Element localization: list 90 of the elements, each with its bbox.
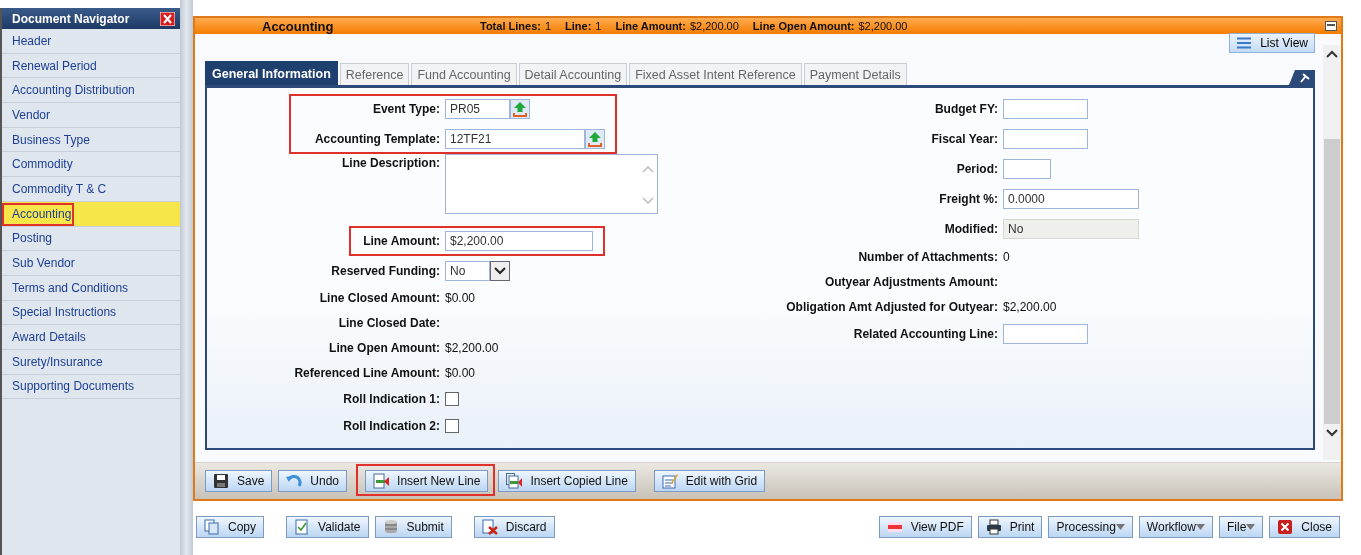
caret-icon [1246, 524, 1256, 530]
field-label: Accounting Template: [313, 132, 441, 146]
summary-stat: Total Lines: 1 [480, 20, 552, 32]
action-button[interactable]: Submit [374, 516, 452, 538]
printer-icon [985, 519, 1002, 535]
toolbar-button[interactable]: Save [205, 470, 273, 492]
field-label: Roll Indication 2: [342, 418, 441, 433]
field-label: Line Amount: [362, 234, 441, 248]
field-label: Modified: [943, 222, 999, 236]
undo-icon [286, 473, 303, 489]
field-label: Related Accounting Line: [852, 327, 999, 341]
tab[interactable]: Reference [339, 63, 410, 85]
toolbar-button[interactable]: Insert New Line [365, 470, 489, 492]
field-label: Referenced Line Amount: [293, 365, 441, 380]
caret-icon [1195, 524, 1205, 530]
field-label: Event Type: [371, 102, 441, 116]
database-icon [382, 519, 399, 535]
delete-document-icon [481, 519, 498, 535]
field-label: Number of Attachments: [857, 249, 999, 264]
field-value: $0.00 [445, 290, 476, 305]
input-field: No [1003, 219, 1139, 239]
input-field[interactable] [1003, 159, 1051, 179]
panel-title: Document Navigator [12, 11, 130, 26]
field-label: Fiscal Year: [930, 132, 999, 146]
action-button[interactable]: Discard [473, 516, 555, 538]
scroll-up-icon[interactable] [1325, 49, 1339, 59]
action-button[interactable]: Workflow [1138, 516, 1213, 538]
list-view-button[interactable]: List View [1229, 33, 1315, 53]
field-label: Budget FY: [933, 102, 999, 116]
summary-stat: Line Amount: $2,200.00 [615, 20, 739, 32]
input-field[interactable] [1003, 129, 1088, 149]
close-icon [1277, 519, 1294, 535]
summary-stat: Line: 1 [565, 20, 602, 32]
scrollbar[interactable] [1323, 45, 1341, 460]
pin-icon[interactable] [1289, 70, 1315, 85]
action-button[interactable]: Validate [286, 516, 369, 538]
copy-row-icon [506, 473, 523, 489]
close-icon[interactable] [160, 11, 175, 26]
action-button[interactable]: Copy [196, 516, 264, 538]
list-icon [1236, 37, 1253, 49]
field-label: Reserved Funding: [330, 263, 441, 278]
field-label: Line Open Amount: [328, 340, 441, 355]
chevron-down-icon [494, 266, 506, 275]
checkbox[interactable] [445, 418, 459, 433]
toolbar-button[interactable]: Undo [278, 470, 348, 492]
toolbar-button[interactable]: Edit with Grid [653, 470, 766, 492]
field-value: 0 [1003, 249, 1010, 264]
field-label: Line Closed Date: [337, 315, 441, 330]
input-field[interactable] [1003, 99, 1088, 119]
toolbar-button[interactable]: Insert Copied Line [498, 470, 636, 492]
action-button[interactable]: File [1218, 516, 1264, 538]
copy-icon [204, 519, 220, 535]
field-value: $2,200.00 [445, 340, 499, 355]
tab[interactable]: General Information [205, 61, 338, 85]
action-button[interactable]: Close [1269, 516, 1340, 538]
field-value: $2,200.00 [1003, 299, 1057, 314]
field-value: $0.00 [445, 365, 476, 380]
edit-grid-icon [661, 473, 678, 489]
summary-stat: Line Open Amount: $2,200.00 [752, 20, 908, 32]
action-button[interactable]: View PDF [878, 516, 972, 538]
tab[interactable]: Detail Accounting [518, 63, 628, 85]
input-field[interactable]: 0.0000 [1003, 189, 1139, 209]
window-icon[interactable] [1325, 21, 1337, 31]
caret-icon [1115, 524, 1125, 530]
panel-title: Accounting [262, 18, 335, 34]
text-area[interactable] [445, 154, 658, 214]
checklist-icon [294, 519, 310, 535]
checkbox[interactable] [445, 391, 459, 406]
sidebar-item[interactable]: Accounting [2, 201, 180, 227]
pdf-icon [886, 519, 903, 535]
field-label: Outyear Adjustments Amount: [823, 274, 999, 289]
field-label: Freight %: [938, 192, 999, 206]
field-label: Roll Indication 1: [342, 391, 441, 406]
tab[interactable]: Fixed Asset Intent Reference [629, 63, 802, 85]
input-field[interactable] [1003, 324, 1088, 344]
field-label: Line Description: [341, 155, 441, 170]
action-button[interactable]: Print [977, 516, 1043, 538]
tab[interactable]: Payment Details [803, 63, 907, 85]
insert-row-icon [373, 473, 390, 489]
input-field[interactable]: $2,200.00 [445, 231, 593, 251]
upload-icon[interactable] [513, 101, 527, 117]
input-field[interactable]: PR05 [445, 99, 510, 119]
field-label: Period: [955, 162, 999, 176]
action-button[interactable]: Processing [1048, 516, 1133, 538]
tab[interactable]: Fund Accounting [411, 63, 517, 85]
scroll-down-icon[interactable] [1325, 428, 1339, 438]
field-label: Line Closed Amount: [318, 290, 441, 305]
upload-icon[interactable] [588, 131, 602, 147]
input-field[interactable]: 12TF21 [445, 129, 585, 149]
field-label: Obligation Amt Adjusted for Outyear: [785, 299, 999, 314]
